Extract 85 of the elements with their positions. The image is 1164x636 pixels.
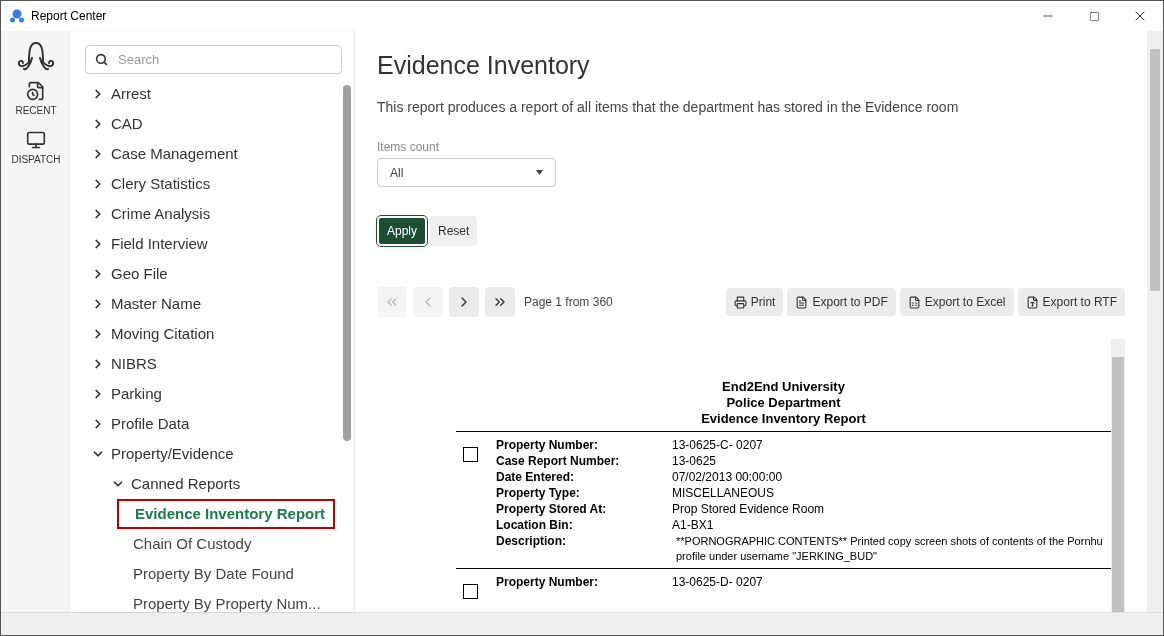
octopus-logo-icon: [16, 39, 56, 73]
field-value: A1-BX1: [672, 517, 714, 533]
tree-item[interactable]: Field Interview: [91, 232, 208, 256]
tree-item-label: NIBRS: [111, 353, 157, 374]
tree-item-label: Profile Data: [111, 413, 190, 434]
search-icon: [95, 53, 108, 66]
field-value: 07/02/2013 00:00:00: [672, 469, 783, 485]
tree-item[interactable]: NIBRS: [91, 352, 157, 376]
pager-button[interactable]: [485, 287, 515, 317]
field-value: Prop Stored Evidence Room: [672, 501, 825, 517]
document-icon: [795, 295, 809, 309]
page-status: Page 1 from 360: [524, 294, 613, 311]
tree-item-label: Property/Evidence: [111, 443, 234, 464]
field-value: 13-0625-D- 0207: [672, 574, 763, 590]
tree-item-label: Master Name: [111, 293, 202, 314]
spreadsheet-icon: [907, 295, 921, 309]
tree-item[interactable]: Property By Property Num...: [133, 589, 321, 619]
maximize-icon: [1088, 10, 1100, 22]
tree-item-label: Crime Analysis: [111, 203, 211, 224]
report-heading: End2End University: [722, 379, 845, 395]
window-title: Report Center: [31, 8, 107, 25]
field-name: Property Stored At:: [496, 501, 608, 517]
field-value: **PORNOGRAPHIC CONTENTS** Printed copy screen shots of contents of the Pornhu profile under username "JERKING_BUD": [675, 534, 1104, 564]
tree-item[interactable]: Parking: [91, 382, 162, 406]
tree-item[interactable]: Master Name: [91, 292, 202, 316]
tree-item[interactable]: Clery Statistics: [91, 172, 211, 196]
export-button[interactable]: Export to Excel: [899, 288, 1014, 316]
rail-button[interactable]: DISPATCH: [11, 130, 61, 167]
record-checkbox[interactable]: [463, 584, 478, 599]
tree-item[interactable]: CAD: [91, 112, 143, 136]
clock-document-icon: [26, 81, 46, 101]
document-icon: [1025, 295, 1039, 309]
tree-item[interactable]: Case Management: [91, 142, 238, 166]
tree-item[interactable]: Property/Evidence: [91, 442, 234, 466]
rail-button[interactable]: RECENT: [15, 81, 57, 118]
export-button[interactable]: Export to RTF: [1017, 288, 1125, 316]
report-heading: Police Department: [726, 395, 841, 411]
field-name: Description:: [496, 533, 567, 550]
scrollbar-thumb[interactable]: [1150, 49, 1160, 291]
tree-item[interactable]: Arrest: [91, 82, 151, 106]
tree-item-label: CAD: [111, 113, 143, 134]
field-name: Date Entered:: [496, 469, 576, 485]
field-name: Case Report Number:: [496, 453, 621, 469]
record-checkbox[interactable]: [463, 447, 478, 462]
field-value: 13-0625-C- 0207: [672, 437, 763, 453]
field-name: Property Type:: [496, 485, 581, 501]
dropdown-caret-icon: [536, 170, 543, 175]
tree-item-label: Moving Citation: [111, 323, 215, 344]
printer-icon: [733, 295, 747, 309]
field-label: Items count: [377, 139, 441, 156]
reset-button[interactable]: Reset: [430, 216, 478, 246]
tree-item-label: Field Interview: [111, 233, 208, 254]
export-button[interactable]: Export to PDF: [787, 288, 896, 316]
tree-item-label: Parking: [111, 383, 162, 404]
tree-item[interactable]: Crime Analysis: [91, 202, 211, 226]
tree-item[interactable]: Property By Date Found: [133, 559, 294, 589]
tree-item[interactable]: Evidence Inventory Report: [117, 499, 335, 529]
field-value: 13-0625: [672, 453, 717, 469]
export-button[interactable]: Print: [725, 288, 784, 316]
tree-item-label: Geo File: [111, 263, 168, 284]
tree-item-label: Case Management: [111, 143, 238, 164]
monitor-icon: [26, 130, 46, 150]
tree-item[interactable]: Canned Reports: [111, 472, 241, 496]
scrollbar-thumb[interactable]: [343, 85, 351, 441]
field-value: MISCELLANEOUS: [672, 485, 775, 501]
page-title: Evidence Inventory: [377, 50, 591, 81]
field-name: Location Bin:: [496, 517, 574, 533]
items-count-dropdown[interactable]: All: [377, 158, 556, 187]
tree-item[interactable]: Profile Data: [91, 412, 190, 436]
report-scrollbar[interactable]: [1111, 339, 1125, 612]
page-description: This report produces a report of all items that the department has stored in the Evidence room: [377, 98, 960, 117]
field-name: Property Number:: [496, 437, 600, 453]
field-name: Property Number:: [496, 574, 600, 590]
scrollbar-thumb[interactable]: [1112, 357, 1124, 612]
app-logo-icon: [9, 8, 25, 24]
tree-item[interactable]: Chain Of Custody: [133, 529, 252, 559]
tree-item[interactable]: Geo File: [91, 262, 168, 286]
report-heading: Evidence Inventory Report: [701, 411, 866, 427]
tree-item-label: Canned Reports: [131, 473, 241, 494]
tree-item-label: Arrest: [111, 83, 151, 104]
pager-button[interactable]: [449, 287, 479, 317]
tree-item-label: Clery Statistics: [111, 173, 211, 194]
apply-button[interactable]: Apply: [377, 216, 428, 246]
tree-item[interactable]: Moving Citation: [91, 322, 215, 346]
search-field[interactable]: Search: [85, 45, 342, 74]
